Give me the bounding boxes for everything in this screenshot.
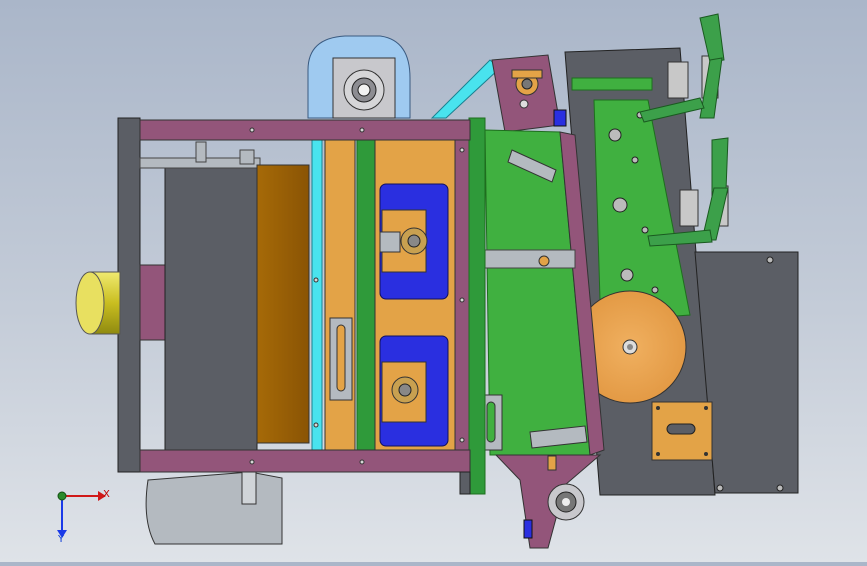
axis-triad: X Y [57,489,110,545]
cad-graphics-viewport[interactable]: X Y [0,0,867,562]
lower-bearing-bracket [494,454,602,549]
cyan-strut [430,59,501,119]
bottom-hopper [145,471,471,545]
main-frame [75,117,486,495]
y-axis-label: Y [57,534,65,545]
triad-origin-icon [57,491,67,501]
blower-housing [307,35,411,119]
orange-slot-block [651,401,713,461]
upper-bearing-bracket [491,54,567,133]
x-axis-label: X [103,489,110,500]
assembly-model-view[interactable]: X Y [0,0,867,562]
